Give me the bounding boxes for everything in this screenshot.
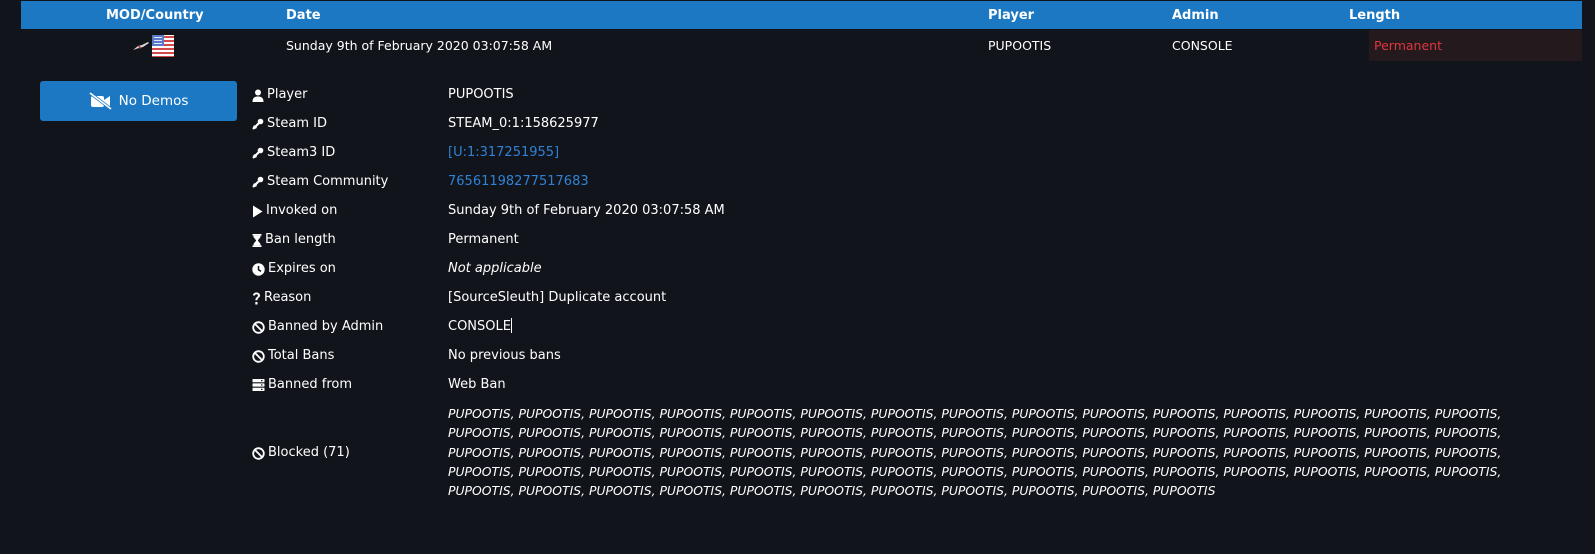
detail-value-total-bans: No previous bans (448, 348, 561, 363)
steam-icon (252, 176, 264, 188)
blocked-names-list: PUPOOTIS, PUPOOTIS, PUPOOTIS, PUPOOTIS, … (448, 406, 1502, 499)
ban-icon (252, 446, 265, 460)
steam-icon (252, 118, 264, 130)
ban-icon (252, 349, 265, 363)
detail-label-total-bans: Total Bans (252, 346, 334, 366)
detail-row-total-bans: Total Bans No previous bans (252, 346, 1552, 366)
detail-label-expires-on: Expires on (252, 259, 336, 279)
detail-label-invoked-on: Invoked on (252, 201, 337, 221)
detail-row-steam-id: Steam ID STEAM_0:1:158625977 (252, 114, 1552, 134)
header-mod-country[interactable]: MOD/Country (106, 1, 204, 30)
detail-label-ban-length: Ban length (252, 230, 336, 250)
detail-label-reason: Reason (252, 288, 311, 308)
hourglass-icon (252, 233, 262, 247)
detail-value-invoked-on: Sunday 9th of February 2020 03:07:58 AM (448, 203, 725, 218)
detail-value-banned-by: CONSOLE (448, 318, 512, 334)
detail-value-steam-id: STEAM_0:1:158625977 (448, 116, 599, 131)
summary-player: PUPOOTIS (988, 38, 1052, 53)
header-player[interactable]: Player (988, 1, 1034, 30)
header-admin[interactable]: Admin (1172, 1, 1219, 30)
summary-admin: CONSOLE (1172, 38, 1233, 53)
user-icon (252, 89, 264, 102)
detail-row-steam-community: Steam Community 76561198277517683 (252, 172, 1552, 192)
detail-label-steam3-id: Steam3 ID (252, 143, 335, 163)
detail-row-banned-from: Banned from Web Ban (252, 375, 1552, 395)
detail-row-ban-length: Ban length Permanent (252, 230, 1552, 250)
detail-label-player: Player (252, 85, 307, 105)
mod-country-cell (132, 35, 192, 57)
detail-row-player: Player PUPOOTIS (252, 85, 1552, 105)
detail-row-steam3-id: Steam3 ID [U:1:317251955] (252, 143, 1552, 163)
header-length[interactable]: Length (1349, 1, 1400, 30)
detail-value-reason: [SourceSleuth] Duplicate account (448, 290, 667, 305)
detail-value-banned-from: Web Ban (448, 377, 506, 392)
detail-label-blocked: Blocked (71) (252, 443, 350, 463)
detail-label-steam-community: Steam Community (252, 172, 388, 192)
detail-row-banned-by: Banned by Admin CONSOLE (252, 317, 1552, 337)
ban-summary-row[interactable]: Sunday 9th of February 2020 03:07:58 AM … (21, 30, 1582, 61)
game-mod-icon (133, 42, 149, 50)
play-icon (253, 205, 263, 217)
detail-value-expires-on: Not applicable (448, 261, 542, 276)
detail-value-ban-length: Permanent (448, 232, 519, 247)
table-header: MOD/Country Date Player Admin Length (21, 1, 1582, 29)
header-date[interactable]: Date (286, 1, 321, 30)
detail-label-steam-id: Steam ID (252, 114, 327, 134)
no-demos-label: No Demos (118, 93, 189, 109)
detail-label-banned-by: Banned by Admin (252, 317, 383, 337)
question-icon (253, 292, 260, 304)
steam-community-link[interactable]: 76561198277517683 (448, 172, 589, 192)
summary-length: Permanent (1369, 30, 1582, 61)
summary-date: Sunday 9th of February 2020 03:07:58 AM (286, 38, 553, 53)
steam-icon (252, 147, 264, 159)
text-cursor (510, 318, 512, 333)
us-flag-icon (152, 35, 174, 57)
detail-label-banned-from: Banned from (252, 375, 352, 395)
detail-row-reason: Reason [SourceSleuth] Duplicate account (252, 288, 1552, 308)
detail-row-expires-on: Expires on Not applicable (252, 259, 1552, 279)
ban-icon (252, 320, 265, 334)
no-demos-button[interactable]: No Demos (40, 81, 237, 121)
video-slash-icon (88, 92, 112, 110)
steam3-id-link[interactable]: [U:1:317251955] (448, 143, 559, 163)
detail-value-player: PUPOOTIS (448, 87, 514, 102)
server-icon (252, 379, 265, 391)
clock-icon (252, 262, 265, 276)
detail-row-invoked-on: Invoked on Sunday 9th of February 2020 0… (252, 201, 1552, 221)
detail-row-blocked: Blocked (71) PUPOOTIS, PUPOOTIS, PUPOOTI… (252, 404, 1552, 504)
